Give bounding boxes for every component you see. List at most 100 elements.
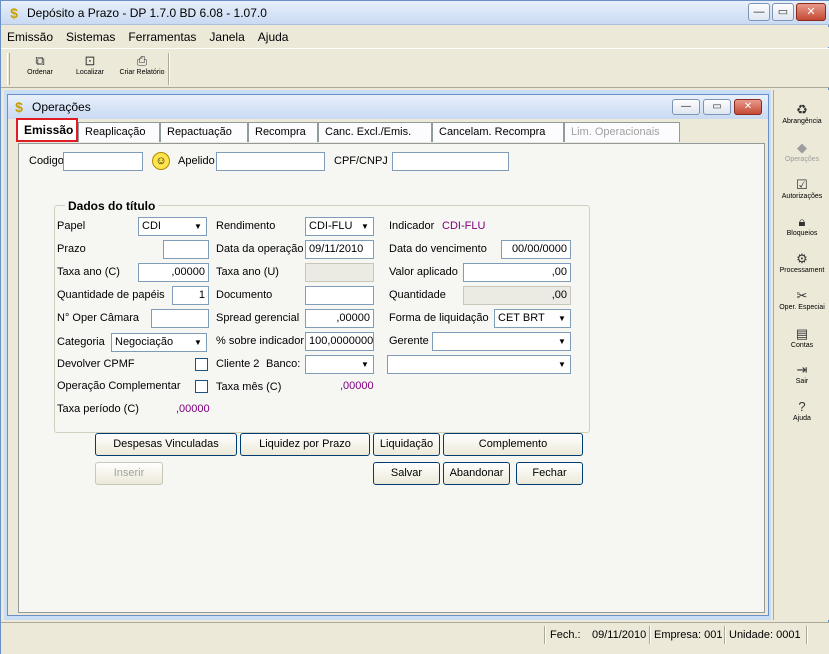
cpf-input[interactable] xyxy=(392,152,509,171)
op-complementar-checkbox[interactable] xyxy=(195,380,208,393)
papel-select[interactable]: CDI ▼ xyxy=(138,217,207,236)
maximize-button[interactable]: ▭ xyxy=(772,3,794,21)
apelido-label: Apelido xyxy=(178,155,215,167)
smiley-search-icon[interactable]: ☺ xyxy=(152,152,170,170)
codigo-input[interactable] xyxy=(63,152,143,171)
categoria-select[interactable]: Negociação ▼ xyxy=(111,333,207,352)
tab-cancelam-recompra[interactable]: Cancelam. Recompra xyxy=(432,122,564,142)
tab-recompra[interactable]: Recompra xyxy=(248,122,318,142)
sidebar-bloqueios[interactable]: 🔒︎ Bloqueios xyxy=(774,214,829,237)
data-vencimento-input[interactable]: 00/00/0000 xyxy=(501,240,571,259)
tab-reaplicacao[interactable]: Reaplicação xyxy=(78,122,160,142)
lock-icon: 🔒︎ xyxy=(798,214,806,229)
taxa-ano-u-input xyxy=(305,263,374,282)
banco-select[interactable]: ▼ xyxy=(305,355,374,374)
chevron-down-icon: ▼ xyxy=(190,218,206,235)
chevron-down-icon: ▼ xyxy=(357,218,373,235)
help-icon: ? xyxy=(798,399,806,414)
rendimento-select[interactable]: CDI-FLU ▼ xyxy=(305,217,374,236)
chevron-down-icon: ▼ xyxy=(554,310,570,327)
status-empresa: Empresa: 001 xyxy=(654,629,723,641)
taxa-ano-c-input[interactable]: ,00000 xyxy=(138,263,209,282)
pct-indicador-input[interactable]: 100,0000000 xyxy=(305,332,374,351)
tab-repactuacao[interactable]: Repactuação xyxy=(160,122,248,142)
child-maximize-button[interactable]: ▭ xyxy=(703,99,731,115)
sidebar-autorizacoes[interactable]: ☑ Autorizações xyxy=(774,177,829,200)
forma-liquidacao-select[interactable]: CET BRT ▼ xyxy=(494,309,571,328)
spread-input[interactable]: ,00000 xyxy=(305,309,374,328)
despesas-vinculadas-button[interactable]: Despesas Vinculadas xyxy=(95,433,237,456)
menu-ferramentas[interactable]: Ferramentas xyxy=(128,30,196,44)
status-separator xyxy=(649,626,651,644)
sidebar-abrangencia[interactable]: ♻ Abrangência xyxy=(774,102,829,125)
sidebar-sair[interactable]: ⇥ Sair xyxy=(774,362,829,385)
menu-janela[interactable]: Janela xyxy=(209,30,244,44)
localizar-button[interactable]: ⊡ Localizar xyxy=(67,53,113,87)
operations-icon: ◆ xyxy=(797,140,807,155)
title-bar: $ Depósito a Prazo - DP 1.7.0 BD 6.08 - … xyxy=(1,1,829,25)
pct-indicador-label: % sobre indicador xyxy=(216,335,305,347)
documento-input[interactable] xyxy=(305,286,374,305)
liquidez-prazo-button[interactable]: Liquidez por Prazo xyxy=(240,433,370,456)
valor-aplicado-input[interactable]: ,00 xyxy=(463,263,571,282)
relatorio-button[interactable]: ⎙ Criar Relatório xyxy=(117,53,167,87)
minimize-button[interactable]: — xyxy=(748,3,770,21)
gerente-select[interactable]: ▼ xyxy=(432,332,571,351)
sidebar-processamento[interactable]: ⚙ Processament xyxy=(774,251,829,274)
sidebar-ajuda[interactable]: ? Ajuda xyxy=(774,399,829,422)
sidebar-contas[interactable]: ▤ Contas xyxy=(774,326,829,349)
toolbar-separator xyxy=(168,53,170,85)
tools-icon: ✂ xyxy=(796,288,808,303)
qtd-papeis-input[interactable]: 1 xyxy=(172,286,209,305)
close-button[interactable]: ✕ xyxy=(796,3,826,21)
valor-aplicado-label: Valor aplicado xyxy=(389,266,458,278)
salvar-button[interactable]: Salvar xyxy=(373,462,440,485)
child-title-bar: $ Operações — ▭ ✕ xyxy=(8,95,768,119)
accounts-icon: ▤ xyxy=(795,326,809,341)
complemento-button[interactable]: Complemento xyxy=(443,433,583,456)
tab-emissao[interactable]: Emissão xyxy=(16,118,78,142)
devolver-cpmf-label: Devolver CPMF xyxy=(57,358,135,370)
prazo-input[interactable] xyxy=(163,240,209,259)
chevron-down-icon: ▼ xyxy=(554,356,570,373)
taxa-ano-c-label: Taxa ano (C) xyxy=(57,266,120,278)
abandonar-button[interactable]: Abandonar xyxy=(443,462,510,485)
banco-nome-select[interactable]: ▼ xyxy=(387,355,571,374)
checklist-icon: ☑ xyxy=(796,177,808,192)
sort-icon: ⧉ xyxy=(35,53,45,68)
taxa-periodo-label: Taxa período (C) xyxy=(57,403,139,415)
qtd-papeis-label: Quantidade de papéis xyxy=(57,289,165,301)
ordenar-button[interactable]: ⧉ Ordenar xyxy=(17,53,63,87)
status-bar: Fech.: 09/11/2010 Empresa: 001 Unidade: … xyxy=(1,622,829,654)
child-minimize-button[interactable]: — xyxy=(672,99,700,115)
quantidade-label: Quantidade xyxy=(389,289,446,301)
sidebar-oper-especiais[interactable]: ✂ Oper. Especiai xyxy=(774,288,829,311)
taxa-periodo-value: ,00000 xyxy=(176,403,210,415)
menu-emissao[interactable]: Emissão xyxy=(7,30,53,44)
child-close-button[interactable]: ✕ xyxy=(734,99,762,115)
categoria-label: Categoria xyxy=(57,336,105,348)
exit-door-icon: ⇥ xyxy=(796,362,808,377)
rendimento-label: Rendimento xyxy=(216,220,276,232)
status-separator xyxy=(544,626,546,644)
fechar-button[interactable]: Fechar xyxy=(516,462,583,485)
menu-ajuda[interactable]: Ajuda xyxy=(258,30,289,44)
menu-sistemas[interactable]: Sistemas xyxy=(66,30,115,44)
dollar-app-icon: $ xyxy=(10,4,18,21)
apelido-input[interactable] xyxy=(216,152,325,171)
tab-canc-excl-emis[interactable]: Canc. Excl./Emis. xyxy=(318,122,432,142)
status-separator xyxy=(806,626,808,644)
emissao-panel: Codigo ☺ Apelido CPF/CNPJ Dados do títul… xyxy=(18,143,765,613)
indicador-label: Indicador xyxy=(389,220,435,232)
chevron-down-icon: ▼ xyxy=(190,334,206,351)
liquidacao-button[interactable]: Liquidação xyxy=(373,433,440,456)
oper-camara-input[interactable] xyxy=(151,309,209,328)
op-complementar-label: Operação Complementar xyxy=(57,380,181,392)
data-operacao-input[interactable]: 09/11/2010 xyxy=(305,240,374,259)
cliente2-label: Cliente 2 xyxy=(216,358,260,370)
dollar-icon: $ xyxy=(15,99,23,115)
status-separator xyxy=(724,626,726,644)
data-operacao-label: Data da operação xyxy=(216,243,304,255)
toolbar-grip xyxy=(7,53,10,85)
devolver-cpmf-checkbox[interactable] xyxy=(195,358,208,371)
